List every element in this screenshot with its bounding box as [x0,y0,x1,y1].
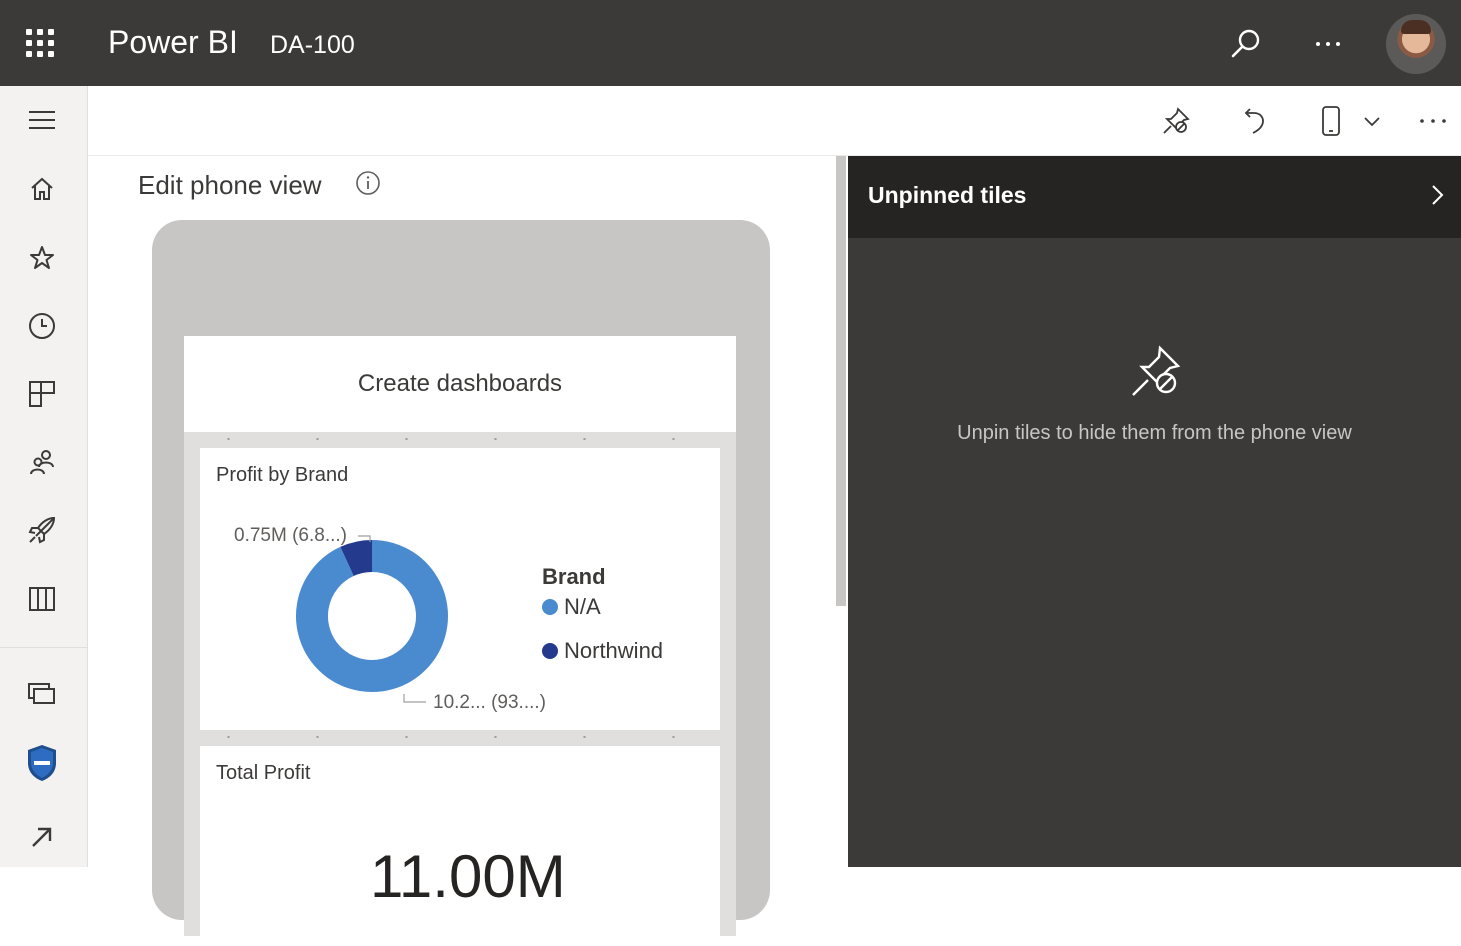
donut-tile[interactable]: Profit by Brand 0.75M (6.8...) 10.2... (… [200,448,720,730]
total-profit-tile[interactable]: Total Profit 11.00M [200,746,720,946]
favorites-icon[interactable] [18,234,66,282]
more-icon[interactable] [1306,22,1350,66]
home-icon[interactable] [18,165,66,213]
toolbar [88,86,1461,156]
avatar[interactable] [1386,14,1446,74]
shared-icon[interactable] [18,438,66,486]
get-data-icon[interactable] [18,813,66,861]
donut-slice-na[interactable] [296,540,448,692]
unpinned-tiles-pane: Unpinned tiles Unpin tiles to hide them … [848,156,1461,867]
unpin-icon[interactable] [1153,98,1199,144]
recent-icon[interactable] [18,302,66,350]
phone-screen: Create dashboards Profit by Brand 0.75M … [184,336,736,946]
legend-marker [542,643,558,659]
apps-icon[interactable] [18,370,66,418]
pane-title: Unpinned tiles [868,182,1027,208]
info-icon[interactable] [355,170,381,196]
workspace-name[interactable]: DA-100 [270,31,355,60]
phone-frame: Create dashboards Profit by Brand 0.75M … [152,220,770,946]
security-shield-icon[interactable] [18,739,66,787]
my-workspace-icon[interactable] [18,670,66,718]
undo-icon[interactable] [1230,98,1276,144]
unpin-icon [1126,342,1186,402]
learn-icon[interactable] [18,506,66,554]
chevron-right-icon[interactable] [1420,178,1454,212]
phone-view-icon[interactable] [1308,98,1354,144]
legend-marker [542,599,558,615]
workspaces-icon[interactable] [18,575,66,623]
data-label-northwind: 0.75M (6.8...) [234,525,347,546]
search-icon[interactable] [1224,22,1268,66]
legend-label: N/A [564,594,601,619]
empty-message: Unpin tiles to hide them from the phone … [957,422,1352,444]
app-brand[interactable]: Power BI [108,24,238,61]
nav-divider [0,647,88,648]
grid-dots [184,736,736,738]
waffle-icon[interactable] [24,27,56,59]
left-navigation [0,86,88,867]
canvas-scrollbar[interactable] [834,156,848,867]
tile-title: Total Profit [216,762,311,784]
donut-chart [296,535,448,703]
scroll-thumb[interactable] [836,156,846,606]
data-label-na: 10.2... (93....) [433,692,546,713]
more-icon[interactable] [1410,98,1456,144]
pane-header: Unpinned tiles [848,156,1461,238]
kpi-value: 11.00M [370,843,566,910]
legend-title: Brand [542,564,606,589]
legend-item-na: N/A [542,594,601,620]
top-bar: Power BI DA-100 [0,0,1461,86]
page-title: Edit phone view [138,170,322,200]
legend-label: Northwind [564,638,664,663]
leader-line [403,694,426,703]
grid-dots [184,438,736,440]
donut-slice-northwind[interactable] [340,540,373,577]
chevron-down-icon[interactable] [1350,98,1394,144]
edit-canvas: Edit phone view Create dashboards Profit… [88,156,834,946]
legend-item-northwind: Northwind [542,638,663,664]
title-tile[interactable]: Create dashboards [184,336,736,432]
menu-icon[interactable] [18,96,66,144]
